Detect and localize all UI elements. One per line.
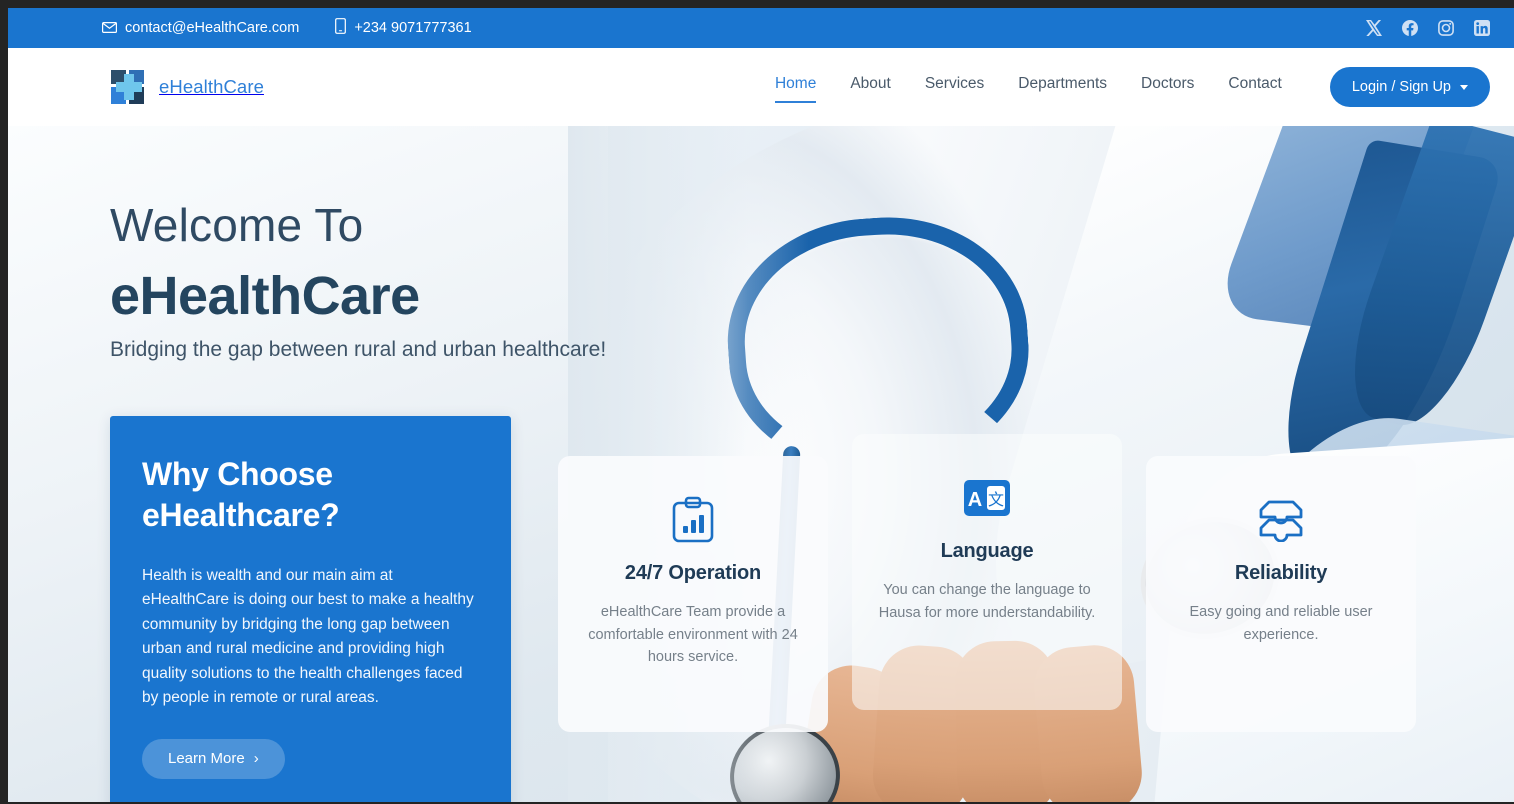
why-choose-body: Health is wealth and our main aim at eHe… xyxy=(142,566,474,707)
browser-viewport: contact@eHealthCare.com +234 9071777361 xyxy=(0,0,1514,804)
login-signup-label: Login / Sign Up xyxy=(1351,79,1451,95)
stacked-trays-icon xyxy=(1168,492,1394,548)
nav-item-home[interactable]: Home xyxy=(774,75,817,103)
translate-language-icon: A 文 xyxy=(874,470,1100,526)
top-contact-bar: contact@eHealthCare.com +234 9071777361 xyxy=(8,8,1514,48)
feature-description: Easy going and reliable user experience. xyxy=(1189,604,1373,643)
envelope-icon xyxy=(102,21,118,35)
svg-text:A: A xyxy=(968,489,982,511)
nav-item-contact[interactable]: Contact xyxy=(1228,75,1281,99)
contact-group: contact@eHealthCare.com +234 9071777361 xyxy=(102,18,472,38)
learn-more-button[interactable]: Learn More › xyxy=(142,738,285,779)
feature-card-language[interactable]: A 文 Language You can change the language… xyxy=(852,434,1122,710)
mobile-phone-icon xyxy=(335,18,347,38)
email-contact[interactable]: contact@eHealthCare.com xyxy=(102,20,299,36)
main-navbar: eHealthCare Home About Services Departme… xyxy=(8,48,1514,126)
instagram-icon[interactable] xyxy=(1438,20,1454,36)
x-twitter-icon[interactable] xyxy=(1366,20,1382,36)
why-choose-title: Why Choose eHealthcare? xyxy=(142,454,479,536)
why-choose-card: Why Choose eHealthcare? Health is wealth… xyxy=(110,416,511,802)
hero-welcome-text: Welcome To xyxy=(110,199,364,251)
social-links xyxy=(1366,20,1490,36)
nav-item-about[interactable]: About xyxy=(850,75,891,99)
brand-logo-link[interactable]: eHealthCare xyxy=(110,68,264,106)
login-signup-button[interactable]: Login / Sign Up xyxy=(1329,67,1490,107)
feature-title: Language xyxy=(940,540,1034,562)
linkedin-icon[interactable] xyxy=(1474,20,1490,36)
medical-cross-logo xyxy=(110,68,148,106)
brand-name: eHealthCare xyxy=(159,76,264,97)
email-text: contact@eHealthCare.com xyxy=(125,20,300,36)
feature-description: eHealthCare Team provide a comfortable e… xyxy=(588,604,798,666)
phone-text: +234 9071777361 xyxy=(354,20,472,36)
hero-section: Welcome To eHealthCare Bridging the gap … xyxy=(8,126,1514,802)
nav-item-doctors[interactable]: Doctors xyxy=(1141,75,1194,99)
facebook-icon[interactable] xyxy=(1402,20,1418,36)
chevron-right-icon: › xyxy=(253,750,259,768)
learn-more-label: Learn More xyxy=(168,750,245,768)
nav-item-services[interactable]: Services xyxy=(925,75,984,99)
page-root: contact@eHealthCare.com +234 9071777361 xyxy=(8,8,1514,802)
why-choose-title-line1: Why Choose xyxy=(142,456,333,492)
why-choose-title-line2: eHealthcare? xyxy=(142,496,340,533)
chevron-down-icon xyxy=(1460,84,1468,90)
feature-description: You can change the language to Hausa for… xyxy=(878,582,1096,621)
nav-item-departments[interactable]: Departments xyxy=(1018,75,1107,99)
hero-cards-row: Why Choose eHealthcare? Health is wealth… xyxy=(110,416,1416,802)
feature-title: 24/7 Operation xyxy=(624,562,762,584)
hero-title: eHealthCare xyxy=(110,265,420,326)
hero-subtitle: Bridging the gap between rural and urban… xyxy=(110,337,607,361)
nav-links: Home About Services Departments Doctors … xyxy=(774,75,1282,103)
svg-text:文: 文 xyxy=(988,490,1004,509)
phone-contact[interactable]: +234 9071777361 xyxy=(335,18,472,38)
feature-cards-group: 24/7 Operation eHealthCare Team provide … xyxy=(558,416,1416,732)
feature-card-operation[interactable]: 24/7 Operation eHealthCare Team provide … xyxy=(558,456,828,732)
clipboard-chart-icon xyxy=(580,492,806,548)
hero-text-block: Welcome To eHealthCare Bridging the gap … xyxy=(8,126,1514,362)
feature-title: Reliability xyxy=(1234,562,1328,584)
feature-card-reliability[interactable]: Reliability Easy going and reliable user… xyxy=(1146,456,1416,732)
